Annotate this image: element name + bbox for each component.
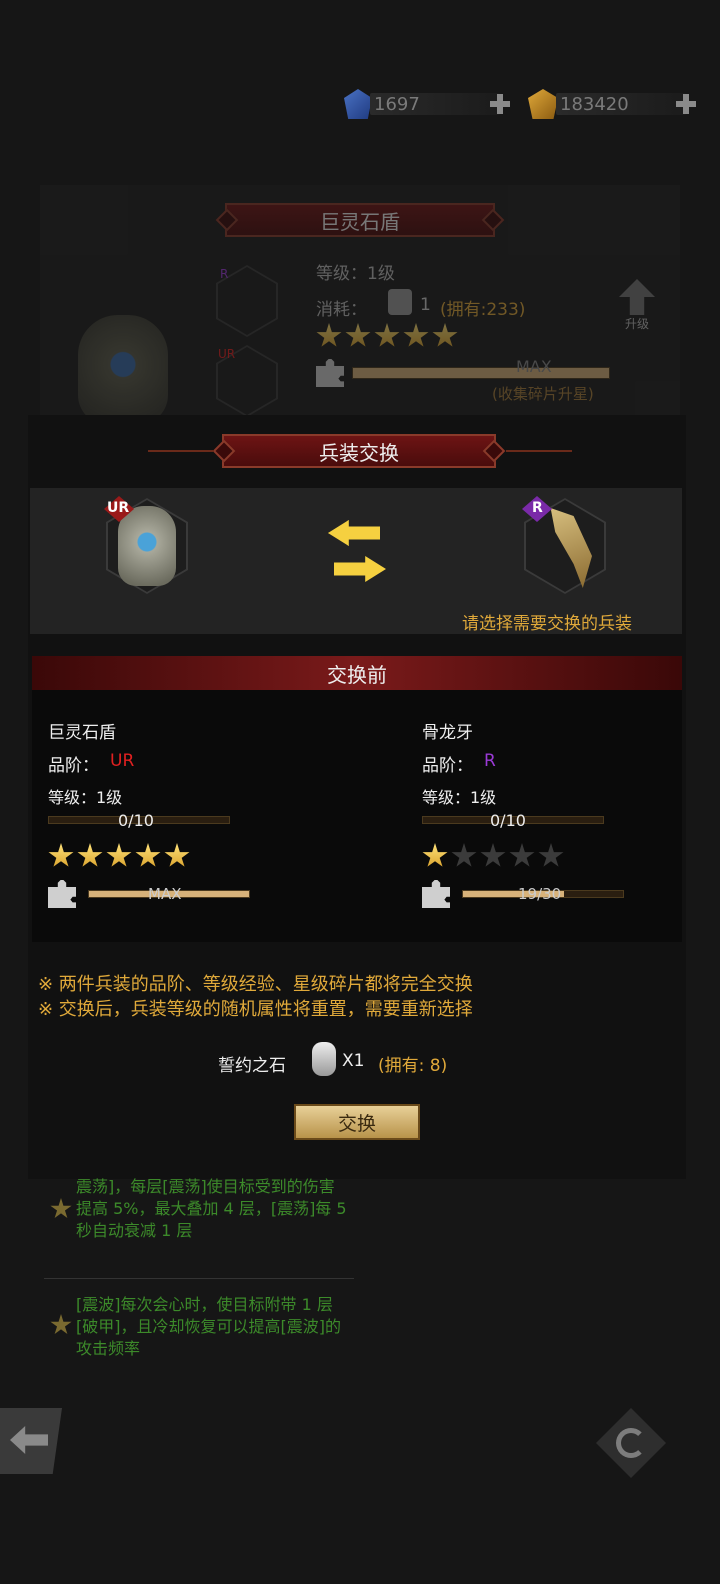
equip-title: 巨灵石盾	[320, 209, 400, 234]
equip-title-ribbon: 巨灵石盾	[225, 203, 495, 237]
left-stars	[48, 843, 193, 873]
puzzle-icon	[316, 359, 344, 387]
refresh-icon	[616, 1428, 646, 1458]
level-text: 等级：1级	[316, 264, 395, 284]
stone-icon	[388, 289, 412, 315]
currency-bar: 1697 183420	[330, 85, 720, 125]
before-title: 交换前	[327, 662, 387, 687]
cost-label: 消耗：	[316, 300, 367, 320]
star-empty-icon	[451, 843, 477, 867]
left-name: 巨灵石盾	[48, 723, 116, 743]
upgrade-button[interactable]: 升级	[612, 279, 662, 335]
right-level: 等级：1级	[422, 788, 497, 807]
gold-count: 183420	[560, 94, 629, 115]
add-gold-button[interactable]	[674, 92, 698, 116]
exchange-button[interactable]: 交换	[294, 1104, 420, 1140]
star-icon	[432, 323, 458, 347]
right-rarity-text: R	[532, 500, 543, 516]
panel-stars	[316, 323, 461, 353]
before-banner: 交换前	[32, 656, 682, 690]
star-empty-icon	[480, 843, 506, 867]
exchange-title: 兵装交换	[319, 440, 399, 465]
select-hint: 请选择需要交换的兵装	[462, 614, 632, 634]
star-empty-icon	[509, 843, 535, 867]
skill-1-text: 震荡]，每层[震荡]使目标受到的伤害提高 5%，最大叠加 4 层，[震荡]每 5…	[76, 1177, 347, 1240]
left-rarity-text: UR	[107, 500, 130, 516]
cost-owned-count: (拥有: 8)	[378, 1056, 448, 1076]
upgrade-label: 升级	[624, 317, 649, 331]
shard-hint: (收集碎片升星)	[492, 385, 594, 403]
equip-panel: 巨灵石盾 R UR 等级：1级 消耗： 1 (拥有:233) 升级 MAX (收…	[40, 185, 680, 425]
star-filled-icon	[48, 843, 74, 867]
add-gems-button[interactable]	[488, 92, 512, 116]
left-grade: UR	[110, 751, 135, 771]
star-empty-icon	[538, 843, 564, 867]
note-2: ※ 交换后，兵装等级的随机属性将重置，需要重新选择	[38, 999, 473, 1020]
left-item-image	[118, 506, 176, 586]
right-exp-text: 0/10	[490, 811, 526, 830]
title-line-left	[148, 450, 214, 452]
left-level: 等级：1级	[48, 788, 123, 807]
cost-owned: (拥有:233)	[440, 300, 526, 320]
star-icon	[345, 323, 371, 347]
star-filled-icon	[164, 843, 190, 867]
note-1: ※ 两件兵装的品阶、等级经验、星级碎片都将完全交换	[38, 974, 473, 995]
star-filled-icon	[135, 843, 161, 867]
shield-image	[78, 315, 168, 425]
oath-stone-icon	[312, 1042, 336, 1076]
star-icon	[374, 323, 400, 347]
upgrade-arrow-icon	[619, 279, 655, 315]
panel-max-label: MAX	[516, 357, 552, 376]
star-filled-icon	[106, 843, 132, 867]
gold-icon	[528, 89, 558, 119]
left-grade-label: 品阶：	[48, 756, 99, 776]
exchange-title-ribbon: 兵装交换	[222, 434, 496, 468]
left-shard-text: MAX	[148, 885, 182, 903]
title-line-right	[506, 450, 572, 452]
skill-divider	[44, 1278, 354, 1279]
right-grade-label: 品阶：	[422, 756, 473, 776]
gem-count: 1697	[374, 94, 420, 115]
cost-item-name: 誓约之石	[218, 1056, 286, 1076]
skill-2-text: [震波]每次会心时，使目标附带 1 层[破甲]，且冷却恢复可以提高[震波]的攻击…	[76, 1295, 341, 1358]
star-filled-icon	[422, 843, 448, 867]
right-stars	[422, 843, 567, 873]
equip-slot-2-rarity: UR	[218, 347, 236, 361]
gem-icon	[344, 89, 372, 119]
left-exp-text: 0/10	[118, 811, 154, 830]
cost-amount: 1	[420, 295, 431, 315]
star-icon	[403, 323, 429, 347]
cost-qty: X1	[342, 1051, 365, 1071]
panel-shard-bar	[352, 367, 610, 379]
swap-arrows-icon	[328, 516, 388, 588]
star-icon	[316, 323, 342, 347]
right-grade: R	[484, 751, 496, 771]
exchange-button-label: 交换	[337, 1112, 376, 1135]
back-button[interactable]	[0, 1408, 62, 1474]
equip-slot-1-rarity: R	[220, 267, 229, 281]
right-name: 骨龙牙	[422, 723, 473, 743]
star-filled-icon	[77, 843, 103, 867]
back-arrow-icon	[10, 1426, 48, 1454]
right-shard-text: 19/30	[518, 885, 562, 903]
